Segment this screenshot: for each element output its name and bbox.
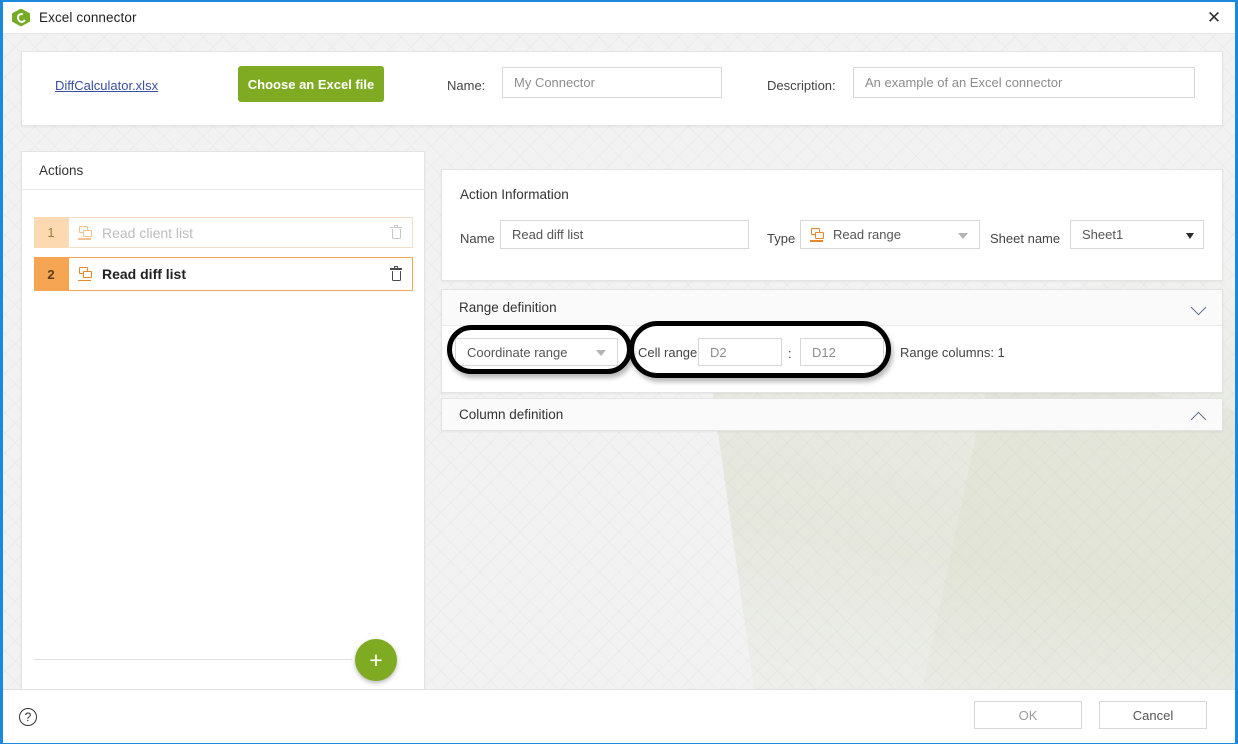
chevron-down-icon[interactable] [1191,300,1207,316]
file-and-meta-card: DiffCalculator.xlsx Choose an Excel file… [21,51,1223,126]
cell-range-end-input[interactable]: D12 [800,338,884,366]
cancel-button[interactable]: Cancel [1099,701,1207,729]
sheet-name-dropdown[interactable]: Sheet1 [1070,220,1204,249]
cell-range-separator: : [788,346,792,361]
action-label: Read client list [102,225,193,241]
excel-connector-dialog: Excel connector ✕ DiffCalculator.xlsx Ch… [0,0,1238,744]
window-title: Excel connector [39,10,137,25]
actions-divider [34,659,352,660]
action-name-input[interactable]: Read diff list [500,220,749,249]
read-range-icon [810,228,825,242]
trash-icon[interactable] [390,267,402,281]
connector-description-input[interactable]: An example of an Excel connector [853,67,1195,98]
sheet-name-value: Sheet1 [1082,227,1123,242]
action-list-item-1[interactable]: 1 Read client list [34,217,413,248]
help-icon[interactable]: ? [19,708,37,726]
title-bar: Excel connector ✕ [3,2,1235,34]
cell-range-start-input[interactable]: D2 [698,338,782,366]
action-list-item-2[interactable]: 2 Read diff list [34,257,413,291]
range-definition-title: Range definition [459,300,557,315]
column-definition-panel: Column definition [441,398,1223,431]
action-name-label: Name [460,231,495,246]
range-mode-dropdown[interactable]: Coordinate range [455,338,618,366]
ok-button[interactable]: OK [974,701,1082,729]
actions-panel-header: Actions [22,152,424,190]
connector-name-label: Name: [447,78,485,93]
range-columns-text: Range columns: 1 [900,345,1005,360]
action-index: 1 [34,217,68,248]
action-index: 2 [34,257,68,291]
actions-panel: Actions 1 Read client list 2 [21,151,425,689]
column-definition-title: Column definition [459,407,563,422]
range-definition-header[interactable]: Range definition [442,290,1222,326]
dialog-body: DiffCalculator.xlsx Choose an Excel file… [3,34,1235,689]
connector-description-label: Description: [767,78,836,93]
chevron-up-icon[interactable] [1191,412,1207,428]
chevron-down-icon [596,350,606,356]
action-information-panel: Action Information Name Read diff list T… [441,169,1223,281]
read-range-icon [78,226,93,240]
range-definition-panel: Range definition Coordinate range Cell r… [441,289,1223,393]
chevron-down-icon [1186,233,1194,239]
read-range-icon [78,267,93,281]
excel-file-link[interactable]: DiffCalculator.xlsx [55,78,158,93]
action-type-label: Type [767,231,795,246]
close-icon[interactable]: ✕ [1193,2,1235,33]
connector-name-input[interactable]: My Connector [502,67,722,98]
column-definition-header[interactable]: Column definition [442,399,1222,430]
action-information-title: Action Information [460,187,569,202]
choose-excel-file-button[interactable]: Choose an Excel file [238,66,384,102]
cell-range-label: Cell range: [638,345,701,360]
range-mode-value: Coordinate range [467,345,567,360]
action-label: Read diff list [102,266,186,282]
dialog-footer: ? OK Cancel [3,689,1235,743]
sheet-name-label: Sheet name [990,231,1060,246]
trash-icon[interactable] [390,226,402,240]
excel-connector-icon [12,9,30,27]
action-type-dropdown[interactable]: Read range [800,220,980,249]
add-action-button[interactable]: + [355,639,397,681]
chevron-down-icon [958,233,968,239]
action-type-value: Read range [833,227,901,242]
